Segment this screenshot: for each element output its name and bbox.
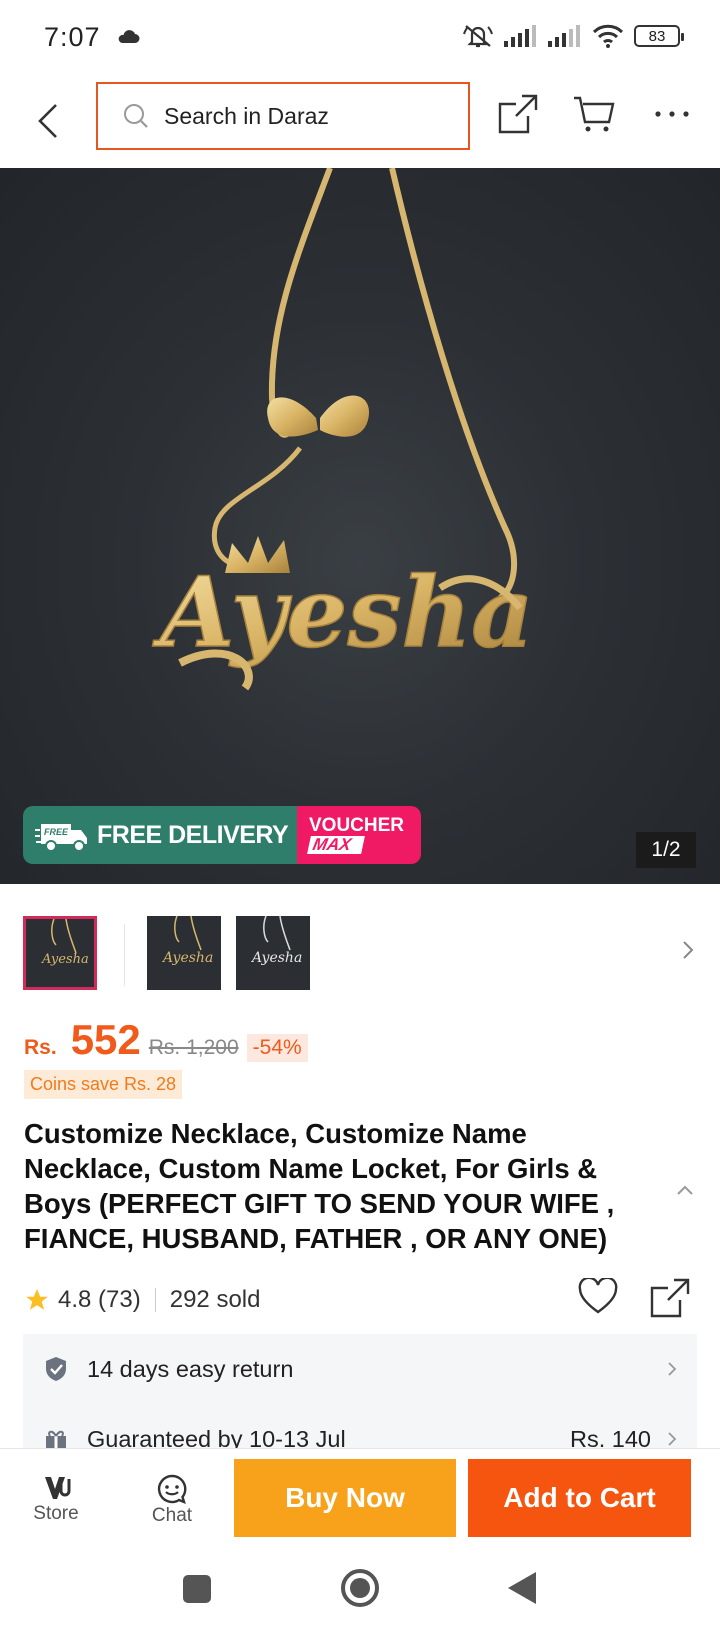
product-image-gallery[interactable]: Ayesha: [0, 168, 720, 884]
system-navigation-bar: [0, 1548, 720, 1640]
price-currency: Rs.: [24, 1036, 57, 1059]
product-title: Customize Necklace, Customize Name Neckl…: [24, 1118, 615, 1254]
coins-badge: Coins save Rs. 28: [24, 1070, 183, 1099]
gift-icon: [46, 1430, 66, 1450]
thumbnail-2[interactable]: Ayesha: [147, 916, 221, 990]
rating-row[interactable]: 4.8 (73) 292 sold: [24, 1280, 260, 1320]
battery-level: 83: [648, 27, 666, 45]
buy-now-button[interactable]: Buy Now: [234, 1459, 456, 1537]
battery-icon: 83: [634, 25, 684, 47]
svg-text:Ayesha: Ayesha: [41, 952, 89, 967]
status-time: 7:07: [44, 22, 101, 52]
chevron-right-icon: [668, 1362, 677, 1376]
rating-value: 4.8: [58, 1286, 92, 1313]
wishlist-heart-icon[interactable]: [578, 1278, 618, 1316]
top-header: Search in Daraz: [0, 78, 720, 168]
chat-label: Chat: [151, 1505, 193, 1526]
home-icon[interactable]: [340, 1568, 380, 1608]
delivery-truck-icon: FREE: [35, 824, 87, 852]
share-icon[interactable]: [650, 1278, 690, 1318]
free-delivery-text: FREE DELIVERY: [97, 820, 289, 849]
search-icon: [124, 104, 148, 128]
chat-icon: [157, 1474, 187, 1505]
thumbnail-strip: Ayesha Ayesha Ayesha: [0, 884, 720, 994]
promo-banner: FREE FREE DELIVERY VOUCHER MAX: [23, 806, 421, 864]
thumbnail-3[interactable]: Ayesha: [236, 916, 310, 990]
chat-button[interactable]: Chat: [132, 1473, 212, 1527]
back-nav-icon[interactable]: [506, 1570, 538, 1606]
image-counter: 1/2: [636, 832, 696, 868]
thumbnail-1[interactable]: Ayesha: [23, 916, 97, 990]
store-icon: [45, 1477, 71, 1499]
signal-icon: [548, 25, 580, 47]
rating-separator: [154, 1288, 156, 1312]
thumbnail-necklace-image: Ayesha: [250, 916, 302, 966]
store-label: Store: [33, 1503, 79, 1524]
bottom-action-bar: Store Chat Buy Now Add to Cart: [0, 1448, 720, 1548]
discount-badge: -54%: [246, 1034, 308, 1062]
sold-count: 292 sold: [169, 1286, 261, 1313]
more-icon: [655, 111, 689, 117]
voucher-max-text: MAX: [307, 835, 365, 854]
chevron-right-icon[interactable]: [682, 940, 694, 960]
svg-text:Ayesha: Ayesha: [161, 950, 213, 966]
delivery-row[interactable]: Guaranteed by 10-13 Jul Rs. 140: [23, 1404, 697, 1450]
delivery-fee: Rs. 140: [570, 1425, 651, 1451]
star-icon: [26, 1289, 48, 1310]
wifi-icon: [592, 24, 624, 48]
back-button[interactable]: [28, 96, 68, 146]
more-button[interactable]: [648, 90, 696, 138]
chevron-up-icon[interactable]: [676, 1184, 694, 1196]
thumbnail-necklace-image: Ayesha: [41, 919, 89, 967]
add-to-cart-button[interactable]: Add to Cart: [468, 1459, 691, 1537]
share-icon: [498, 94, 538, 134]
return-policy-row[interactable]: 14 days easy return: [23, 1334, 697, 1404]
voucher-max-badge: VOUCHER MAX: [297, 806, 421, 864]
cart-icon: [574, 96, 615, 132]
back-arrow-icon: [38, 104, 57, 138]
necklace-photo: Ayesha: [151, 168, 534, 691]
recent-apps-icon[interactable]: [182, 1574, 212, 1604]
status-bar: 7:07 83: [0, 0, 720, 78]
price-row: Rs. 552 Rs. 1,200 -54%: [24, 1016, 308, 1072]
price-value: 552: [70, 1016, 141, 1063]
thumbnail-divider: [124, 924, 125, 986]
mute-icon: [463, 25, 493, 48]
thumbnail-necklace-image: Ayesha: [161, 916, 213, 966]
voucher-text: VOUCHER: [309, 815, 405, 836]
search-placeholder: Search in Daraz: [164, 102, 329, 129]
cloud-icon: [118, 30, 140, 43]
chevron-right-icon: [668, 1432, 677, 1446]
shield-check-icon: [46, 1357, 66, 1381]
service-info-panel: 14 days easy return Guaranteed by 10-13 …: [23, 1334, 697, 1450]
status-icons: 83: [462, 22, 684, 50]
share-button[interactable]: [494, 90, 542, 138]
original-price: Rs. 1,200: [148, 1036, 239, 1059]
cart-button[interactable]: [570, 90, 618, 138]
search-input[interactable]: Search in Daraz: [96, 82, 470, 150]
return-policy-text: 14 days easy return: [87, 1355, 294, 1382]
signal-icon: [504, 25, 536, 47]
svg-text:Ayesha: Ayesha: [250, 950, 302, 966]
free-badge-text: FREE: [44, 827, 69, 837]
delivery-text: Guaranteed by 10-13 Jul: [87, 1425, 346, 1451]
review-count: (73): [98, 1286, 141, 1313]
free-delivery-badge: FREE FREE DELIVERY: [23, 806, 297, 864]
store-button[interactable]: Store: [16, 1473, 96, 1525]
